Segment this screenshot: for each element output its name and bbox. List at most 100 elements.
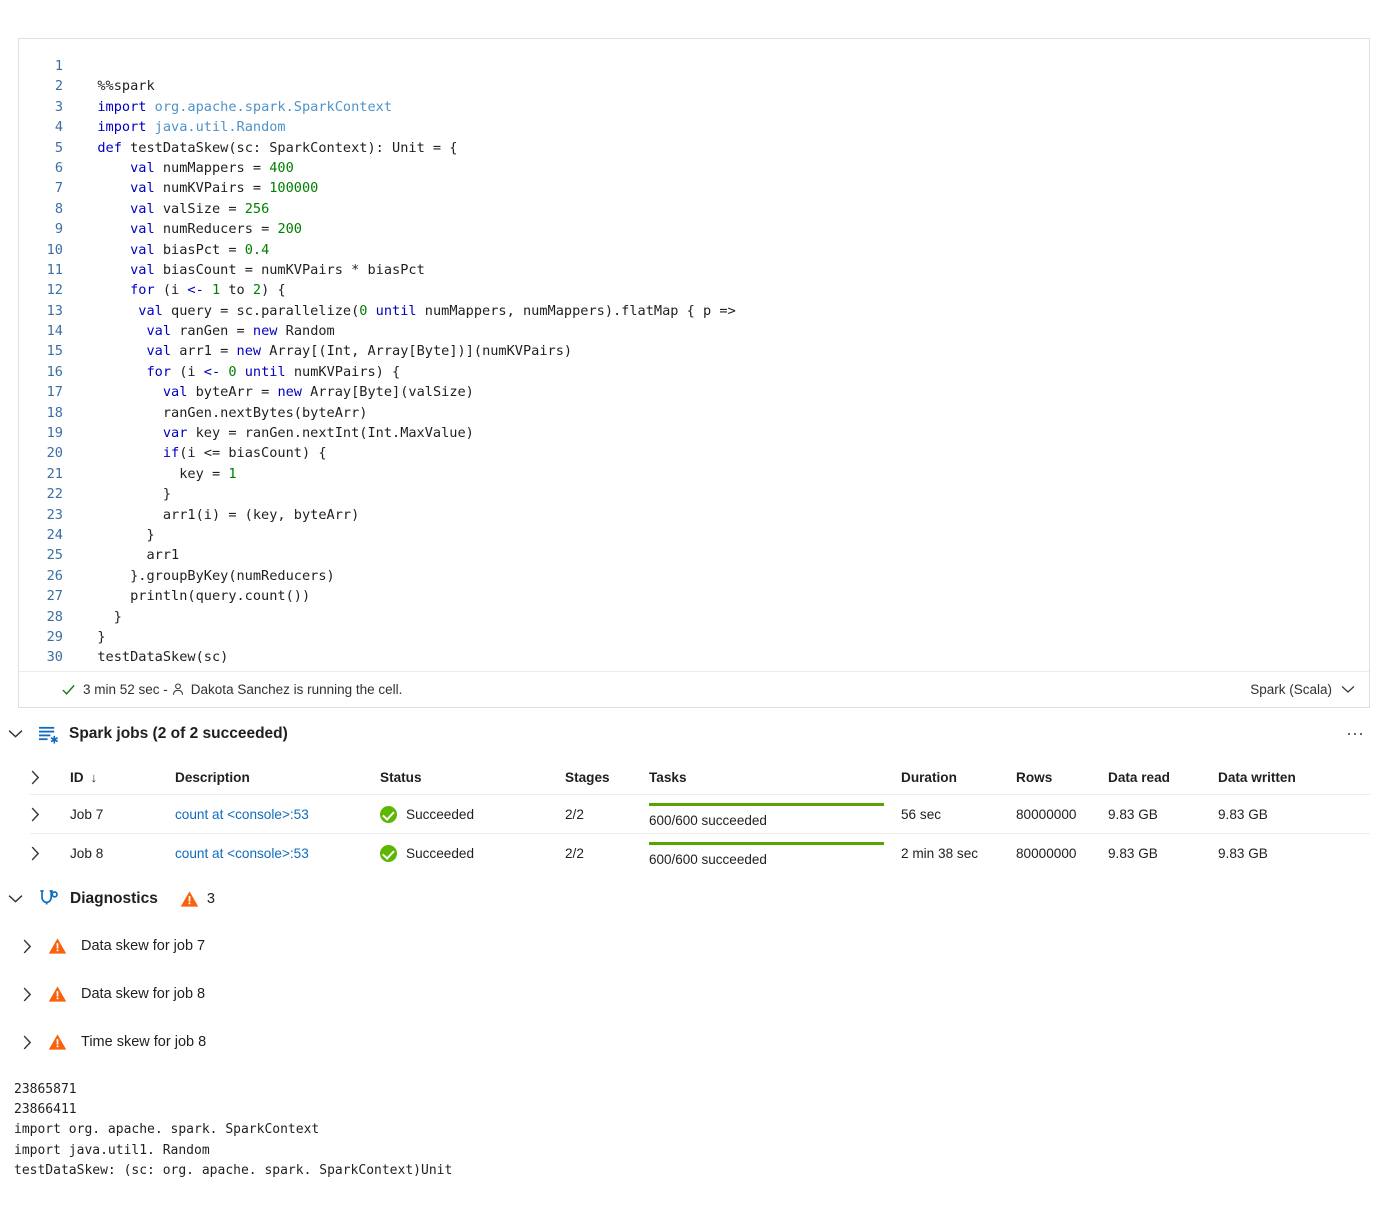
column-header-id[interactable]: ID ↓	[70, 770, 175, 785]
code-line-text: }.groupByKey(numReducers)	[81, 567, 335, 584]
code-line-text: }	[81, 486, 172, 503]
job-duration: 56 sec	[901, 806, 942, 822]
warning-triangle-icon	[180, 890, 199, 908]
diagnostic-label: Data skew for job 8	[81, 986, 206, 1002]
code-line: 8 val valSize = 256	[19, 199, 1369, 219]
warning-triangle-icon	[48, 1033, 67, 1051]
cell-run-duration: 3 min 52 sec -	[83, 682, 168, 697]
chevron-right-icon[interactable]	[12, 939, 42, 954]
code-line: 19 var key = ranGen.nextInt(Int.MaxValue…	[19, 423, 1369, 443]
job-tasks: 600/600 succeeded	[649, 840, 901, 867]
code-line-text: println(query.count())	[81, 588, 311, 605]
code-line-text: val numMappers = 400	[130, 159, 294, 176]
notebook-code-cell[interactable]: 12 %%spark 3 import org.apache.spark.Spar…	[18, 38, 1370, 708]
chevron-down-icon[interactable]	[0, 729, 30, 739]
spark-jobs-more-menu[interactable]: ⋯	[1346, 724, 1366, 745]
spark-jobs-header[interactable]: ✱ Spark jobs (2 of 2 succeeded)	[0, 716, 1388, 752]
chevron-right-icon[interactable]	[12, 1035, 42, 1050]
job-status-label: Succeeded	[406, 806, 475, 822]
table-header-row: ID ↓ Description Status Stages Tasks Dura…	[30, 760, 1370, 794]
code-line: 25 arr1	[19, 545, 1369, 565]
chevron-right-icon[interactable]	[12, 987, 42, 1002]
cell-run-user-message: Dakota Sanchez is running the cell.	[190, 682, 403, 697]
line-number: 24	[46, 526, 63, 543]
chevron-down-icon[interactable]	[0, 894, 30, 904]
column-header-rows[interactable]: Rows	[1016, 770, 1108, 785]
code-line: 16 for (i <- 0 until numKVPairs) {	[19, 362, 1369, 382]
spark-jobs-title: Spark jobs (2 of 2 succeeded)	[69, 725, 288, 742]
diagnostic-item[interactable]: Time skew for job 8	[0, 1025, 1388, 1059]
code-line: 13 val query = sc.parallelize(0 until nu…	[19, 301, 1369, 321]
job-description-link[interactable]: count at <console>:53	[175, 807, 380, 822]
job-id: Job 8	[70, 845, 104, 861]
person-icon	[171, 682, 185, 697]
row-expand-chevron-icon[interactable]	[30, 807, 70, 822]
job-tasks: 600/600 succeeded	[649, 801, 901, 828]
code-line: 5 def testDataSkew(sc: SparkContext): Un…	[19, 138, 1369, 158]
warning-triangle-icon	[48, 937, 67, 955]
line-number: 1	[54, 58, 63, 74]
line-number: 14	[46, 323, 63, 340]
code-line-text: key = 1	[81, 465, 237, 482]
column-header-stages[interactable]: Stages	[565, 770, 649, 785]
code-line: 24 }	[19, 525, 1369, 545]
spark-jobs-table: ID ↓ Description Status Stages Tasks Dura…	[30, 760, 1370, 872]
code-line-text: val valSize = 256	[130, 200, 270, 217]
line-number: 16	[46, 363, 63, 380]
job-description-link[interactable]: count at <console>:53	[175, 846, 380, 861]
diagnostic-item[interactable]: Data skew for job 8	[0, 977, 1388, 1011]
line-number: 27	[46, 588, 63, 605]
line-number: 4	[54, 119, 63, 136]
job-duration: 2 min 38 sec	[901, 845, 979, 861]
table-row[interactable]: Job 8 count at <console>:53 Succeeded 2/2 60…	[30, 833, 1370, 872]
diagnostics-header[interactable]: Diagnostics 3	[0, 882, 1388, 916]
code-line: 27 println(query.count())	[19, 586, 1369, 606]
code-line-text: val numReducers = 200	[130, 221, 302, 238]
diagnostic-item[interactable]: Data skew for job 7	[0, 929, 1388, 963]
line-number: 23	[46, 506, 63, 523]
code-line-text: arr1(i) = (key, byteArr)	[81, 506, 360, 523]
code-line: 15 val arr1 = new Array[(Int, Array[Byte…	[19, 341, 1369, 361]
column-header-tasks[interactable]: Tasks	[649, 770, 901, 785]
tasks-progress-bar	[649, 841, 884, 845]
code-line-text: for (i <- 0 until numKVPairs) {	[146, 363, 401, 380]
job-stages: 2/2	[565, 806, 584, 822]
code-line-text: import org.apache.spark.SparkContext	[97, 98, 393, 115]
column-header-duration[interactable]: Duration	[901, 770, 1016, 785]
code-editor[interactable]: 12 %%spark 3 import org.apache.spark.Spar…	[19, 39, 1369, 668]
code-line: 18 ranGen.nextBytes(byteArr)	[19, 403, 1369, 423]
code-line-text: arr1	[81, 547, 180, 564]
code-line: 4 import java.util.Random	[19, 117, 1369, 137]
tasks-progress-label: 600/600 succeeded	[649, 812, 767, 828]
column-header-status[interactable]: Status	[380, 770, 565, 785]
column-header-data-read[interactable]: Data read	[1108, 770, 1218, 785]
tasks-progress-bar	[649, 802, 884, 806]
line-number: 29	[46, 628, 63, 645]
job-status-label: Succeeded	[406, 845, 475, 861]
kernel-label: Spark (Scala)	[1250, 682, 1332, 697]
success-check-icon	[61, 682, 76, 697]
line-number: 30	[46, 649, 63, 666]
line-number: 7	[54, 180, 63, 197]
code-line: 10 val biasPct = 0.4	[19, 240, 1369, 260]
expand-all-chevron-icon[interactable]	[30, 770, 70, 785]
kernel-selector[interactable]: Spark (Scala)	[1250, 682, 1355, 697]
code-line: 9 val numReducers = 200	[19, 219, 1369, 239]
line-number: 5	[54, 139, 63, 156]
column-header-description[interactable]: Description	[175, 770, 380, 785]
column-header-data-written[interactable]: Data written	[1218, 770, 1348, 785]
code-line-text: ranGen.nextBytes(byteArr)	[81, 404, 368, 421]
line-number: 10	[46, 241, 63, 258]
code-line: 28 }	[19, 607, 1369, 627]
job-data-read: 9.83 GB	[1108, 845, 1158, 861]
row-expand-chevron-icon[interactable]	[30, 846, 70, 861]
line-number: 17	[46, 384, 63, 401]
code-line: 21 key = 1	[19, 464, 1369, 484]
success-check-circle-icon	[380, 844, 397, 862]
job-stages: 2/2	[565, 845, 584, 861]
code-line-text: }	[81, 628, 106, 645]
table-row[interactable]: Job 7 count at <console>:53 Succeeded 2/2 60…	[30, 794, 1370, 833]
line-number: 6	[54, 159, 63, 176]
code-line-text: var key = ranGen.nextInt(Int.MaxValue)	[162, 425, 474, 442]
line-number: 20	[46, 445, 63, 462]
